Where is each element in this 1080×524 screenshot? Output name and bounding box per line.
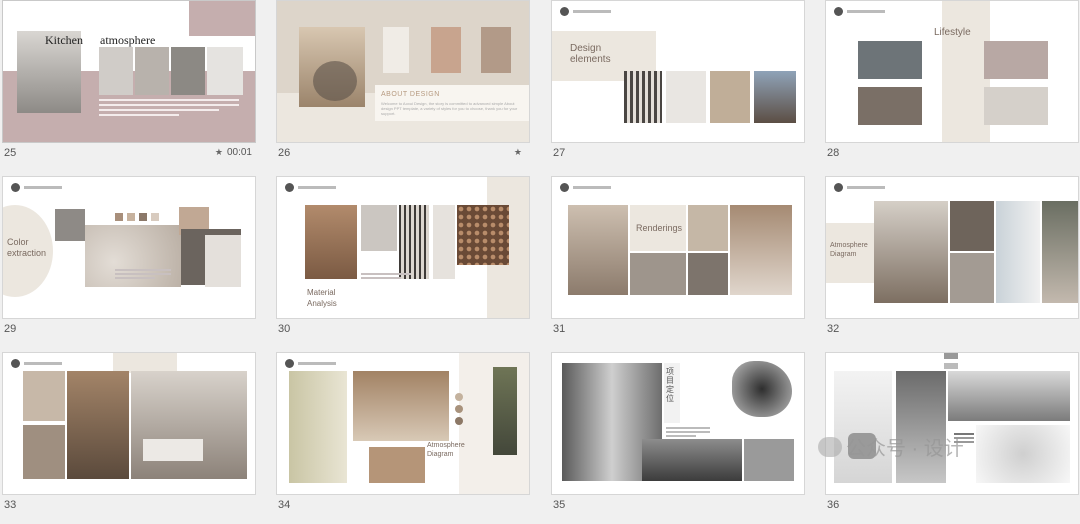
slide-logo	[560, 7, 611, 16]
slide-31[interactable]: Renderings 31	[551, 176, 805, 348]
slide-heading: Atmosphere Diagram	[427, 442, 465, 458]
slide-thumbnail[interactable]: Kitchen atmosphere	[2, 0, 256, 143]
slide-thumbnail[interactable]: Lifestyle	[825, 0, 1079, 143]
slide-thumbnail[interactable]: Color extraction	[2, 176, 256, 319]
slide-vertical-title: 项目定位	[666, 367, 674, 403]
slide-34[interactable]: Atmosphere Diagram 34	[276, 352, 530, 524]
slide-25[interactable]: Kitchen atmosphere 25 ★ 00:01	[2, 0, 256, 172]
slide-thumbnail[interactable]	[2, 352, 256, 495]
slide-logo	[560, 183, 611, 192]
slide-thumbnail[interactable]: Material Analysis	[276, 176, 530, 319]
slide-32[interactable]: Atmosphere Diagram 32	[825, 176, 1079, 348]
slide-thumbnail[interactable]	[825, 352, 1079, 495]
slide-heading: Atmosphere Diagram	[830, 242, 868, 258]
star-icon: ★	[214, 147, 223, 157]
slide-logo	[285, 183, 336, 192]
slide-number: 28	[827, 147, 840, 159]
slide-heading: ABOUT DESIGN	[381, 91, 440, 98]
slide-heading: Design elements	[570, 43, 611, 65]
slide-33[interactable]: 33	[2, 352, 256, 524]
slide-30[interactable]: Material Analysis 30	[276, 176, 530, 348]
slide-number: 33	[4, 499, 17, 511]
slide-logo	[834, 183, 885, 192]
slide-title-2: atmosphere	[100, 33, 156, 47]
slide-number: 32	[827, 323, 840, 335]
slide-heading: Material Analysis	[307, 288, 337, 308]
watermark-text: 公众号 · 设计	[846, 438, 964, 460]
slide-thumbnail[interactable]: Design elements	[551, 0, 805, 143]
slide-star: ★	[514, 147, 526, 158]
slide-number: 31	[553, 323, 566, 335]
slide-number: 29	[4, 323, 17, 335]
watermark: 公众号 · 设计	[818, 432, 964, 461]
slide-logo	[285, 359, 336, 368]
slide-logo	[11, 183, 62, 192]
slide-number: 30	[278, 323, 291, 335]
slide-35[interactable]: 项目定位 35	[551, 352, 805, 524]
slide-logo	[834, 7, 885, 16]
slide-sorter-grid: Kitchen atmosphere 25 ★ 00:01 ABOUT DESIG…	[0, 0, 1080, 511]
slide-number: 36	[827, 499, 840, 511]
slide-body: Welcome to Aoxui Design, the story is co…	[381, 101, 518, 116]
slide-27[interactable]: Design elements 27	[551, 0, 805, 172]
slide-thumbnail[interactable]: ABOUT DESIGN Welcome to Aoxui Design, th…	[276, 0, 530, 143]
slide-heading: Renderings	[636, 223, 683, 233]
slide-29[interactable]: Color extraction 29	[2, 176, 256, 348]
slide-logo	[11, 359, 62, 368]
slide-title: Kitchen	[45, 33, 83, 47]
slide-thumbnail[interactable]: Atmosphere Diagram	[825, 176, 1079, 319]
slide-number: 34	[278, 499, 291, 511]
slide-number: 27	[553, 147, 566, 159]
slide-number: 26	[278, 147, 291, 159]
slide-26[interactable]: ABOUT DESIGN Welcome to Aoxui Design, th…	[276, 0, 530, 172]
slide-timing: ★ 00:01	[214, 147, 252, 158]
slide-number: 35	[553, 499, 566, 511]
slide-number: 25	[4, 147, 17, 159]
slide-heading: Color extraction	[7, 237, 47, 258]
wechat-icon	[818, 436, 842, 457]
slide-thumbnail[interactable]: Atmosphere Diagram	[276, 352, 530, 495]
slide-heading: Lifestyle	[934, 27, 971, 38]
slide-thumbnail[interactable]: 项目定位	[551, 352, 805, 495]
slide-thumbnail[interactable]: Renderings	[551, 176, 805, 319]
slide-28[interactable]: Lifestyle 28	[825, 0, 1079, 172]
star-icon: ★	[513, 147, 522, 157]
